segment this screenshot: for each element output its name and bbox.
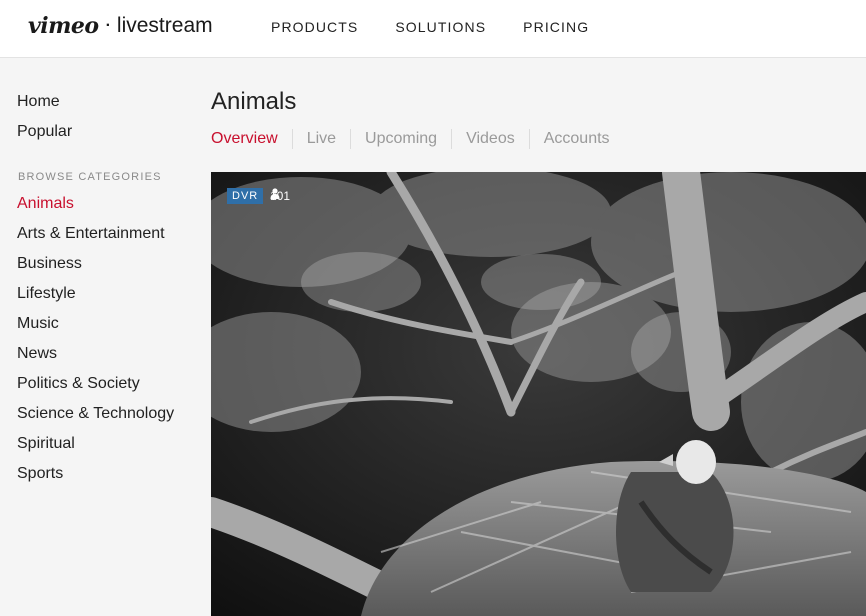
live-video-thumbnail[interactable]: DVR 101 — [211, 172, 866, 616]
viewer-count: 101 — [270, 188, 290, 204]
logo-vimeo-text: vimeo — [28, 13, 99, 39]
sidebar-item-news[interactable]: News — [17, 345, 197, 375]
sidebar-item-lifestyle[interactable]: Lifestyle — [17, 285, 197, 315]
sidebar-item-science-technology[interactable]: Science & Technology — [17, 405, 197, 435]
sidebar-item-animals[interactable]: Animals — [17, 195, 197, 225]
tab-accounts[interactable]: Accounts — [544, 130, 610, 148]
sidebar-item-arts-entertainment[interactable]: Arts & Entertainment — [17, 225, 197, 255]
eagle-nest-image — [211, 172, 866, 616]
sidebar-item-business[interactable]: Business — [17, 255, 197, 285]
logo-separator: · — [105, 17, 111, 34]
nav-products[interactable]: PRODUCTS — [271, 19, 358, 35]
sidebar-item-popular[interactable]: Popular — [17, 123, 197, 153]
sidebar-item-music[interactable]: Music — [17, 315, 197, 345]
person-icon — [270, 188, 280, 199]
vimeo-livestream-logo[interactable]: vimeo · livestream — [28, 11, 213, 41]
tab-upcoming[interactable]: Upcoming — [365, 130, 437, 148]
top-header: vimeo · livestream PRODUCTS SOLUTIONS PR… — [0, 0, 866, 58]
sidebar-item-sports[interactable]: Sports — [17, 465, 197, 495]
tab-divider — [528, 129, 530, 149]
nav-solutions[interactable]: SOLUTIONS — [395, 19, 486, 35]
tab-overview[interactable]: Overview — [211, 130, 278, 148]
tab-divider — [350, 129, 352, 149]
main-nav: PRODUCTS SOLUTIONS PRICING — [271, 19, 626, 35]
page-title: Animals — [211, 88, 297, 115]
category-tabs: Overview Live Upcoming Videos Accounts — [211, 129, 610, 149]
tab-live[interactable]: Live — [307, 130, 336, 148]
sidebar-item-spiritual[interactable]: Spiritual — [17, 435, 197, 465]
dvr-badge: DVR — [227, 188, 264, 204]
tab-videos[interactable]: Videos — [466, 130, 515, 148]
tab-divider — [451, 129, 453, 149]
sidebar: Home Popular BROWSE CATEGORIES Animals A… — [17, 93, 197, 495]
logo-livestream-text: livestream — [116, 14, 213, 37]
nav-pricing[interactable]: PRICING — [523, 19, 589, 35]
tab-divider — [291, 129, 293, 149]
browse-categories-heading: BROWSE CATEGORIES — [18, 171, 162, 183]
sidebar-item-home[interactable]: Home — [17, 93, 197, 123]
sidebar-item-politics-society[interactable]: Politics & Society — [17, 375, 197, 405]
